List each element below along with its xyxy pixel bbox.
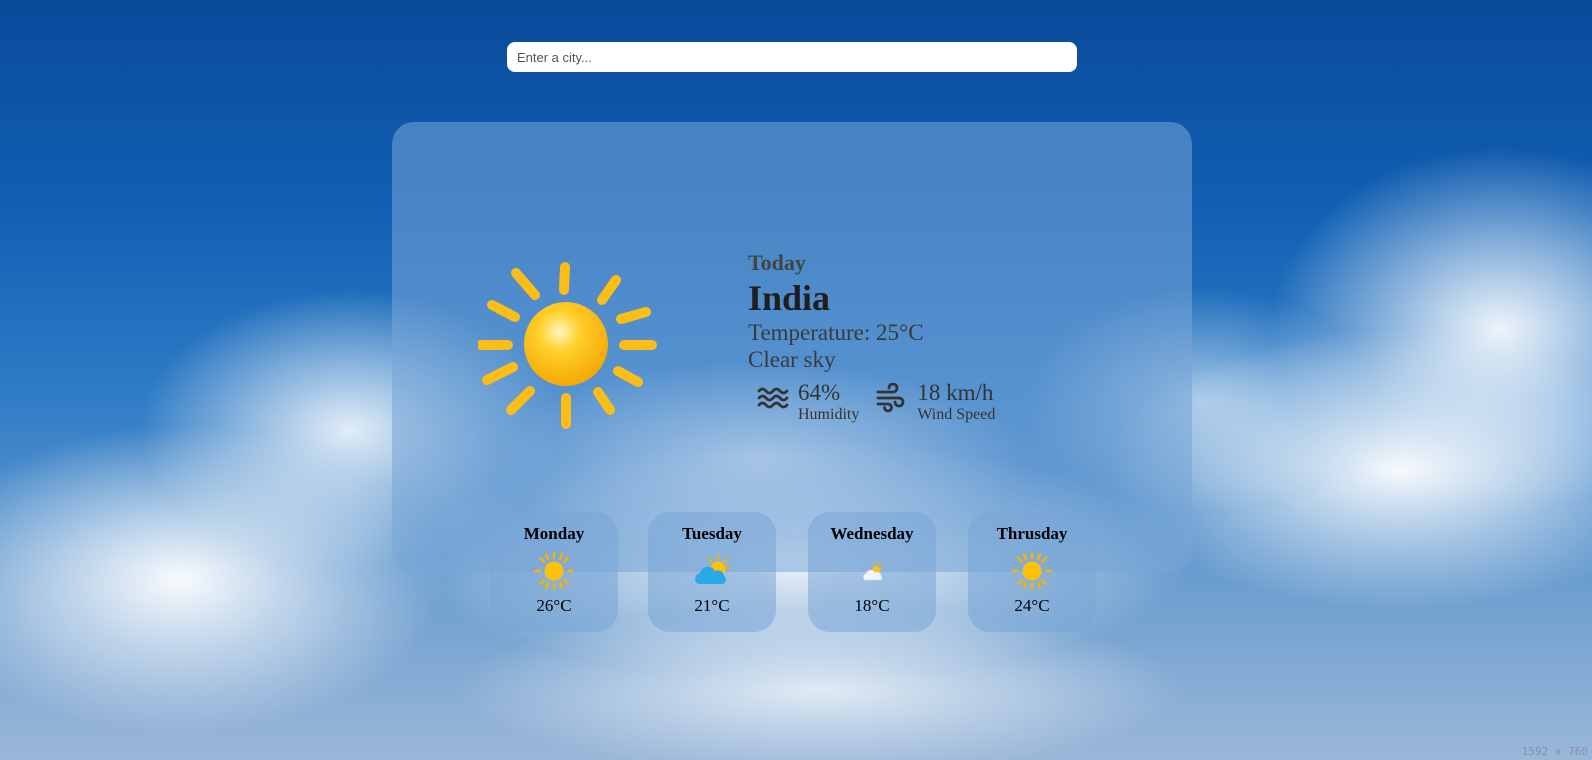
forecast-temperature: 21°C: [694, 596, 730, 615]
forecast-temperature: 18°C: [854, 596, 890, 615]
humidity-label: Humidity: [798, 406, 860, 423]
sun-behind-cloud-icon: [692, 552, 732, 590]
today-label: Today: [748, 250, 806, 275]
search-bar: [507, 42, 1077, 72]
sun-icon: [533, 551, 575, 591]
sun-icon: [476, 260, 663, 430]
forecast-day: Tuesday: [682, 524, 742, 543]
current-weather-info: Today India Temperature: 25°C Clear sky …: [748, 250, 1011, 425]
city-name: India: [748, 278, 831, 318]
forecast-day: Monday: [523, 524, 585, 543]
wind-speed-label: Wind Speed: [917, 406, 996, 423]
weather-stats: 64% Humidity 18 km/h Wind Speed: [756, 381, 1011, 425]
sun-icon: [1011, 551, 1053, 591]
humidity-value: 64%: [798, 380, 841, 405]
forecast-card-thursday: Thrusday 24°C: [968, 512, 1096, 632]
current-temperature: Temperature: 25°C: [748, 320, 924, 345]
wind-icon: [875, 382, 909, 413]
forecast-card-wednesday: Wednesday 18°C: [808, 512, 936, 632]
sun-behind-small-cloud-icon: [852, 552, 892, 590]
humidity-stat: 64% Humidity: [756, 381, 859, 425]
forecast-temperature: 24°C: [1014, 596, 1050, 615]
forecast-day: Thrusday: [996, 524, 1068, 543]
wind-speed-value: 18 km/h: [917, 380, 994, 405]
city-search-input[interactable]: [507, 42, 1077, 72]
weather-condition: Clear sky: [748, 347, 836, 372]
dimension-watermark: 1592 x 760: [1521, 745, 1588, 758]
forecast-card-monday: Monday 26°C: [490, 512, 618, 632]
forecast-card-tuesday: Tuesday 21°C: [648, 512, 776, 632]
forecast-temperature: 26°C: [536, 596, 572, 615]
wind-stat: 18 km/h Wind Speed: [875, 381, 995, 425]
humidity-waves-icon: [756, 383, 790, 413]
forecast-day: Wednesday: [830, 524, 914, 543]
